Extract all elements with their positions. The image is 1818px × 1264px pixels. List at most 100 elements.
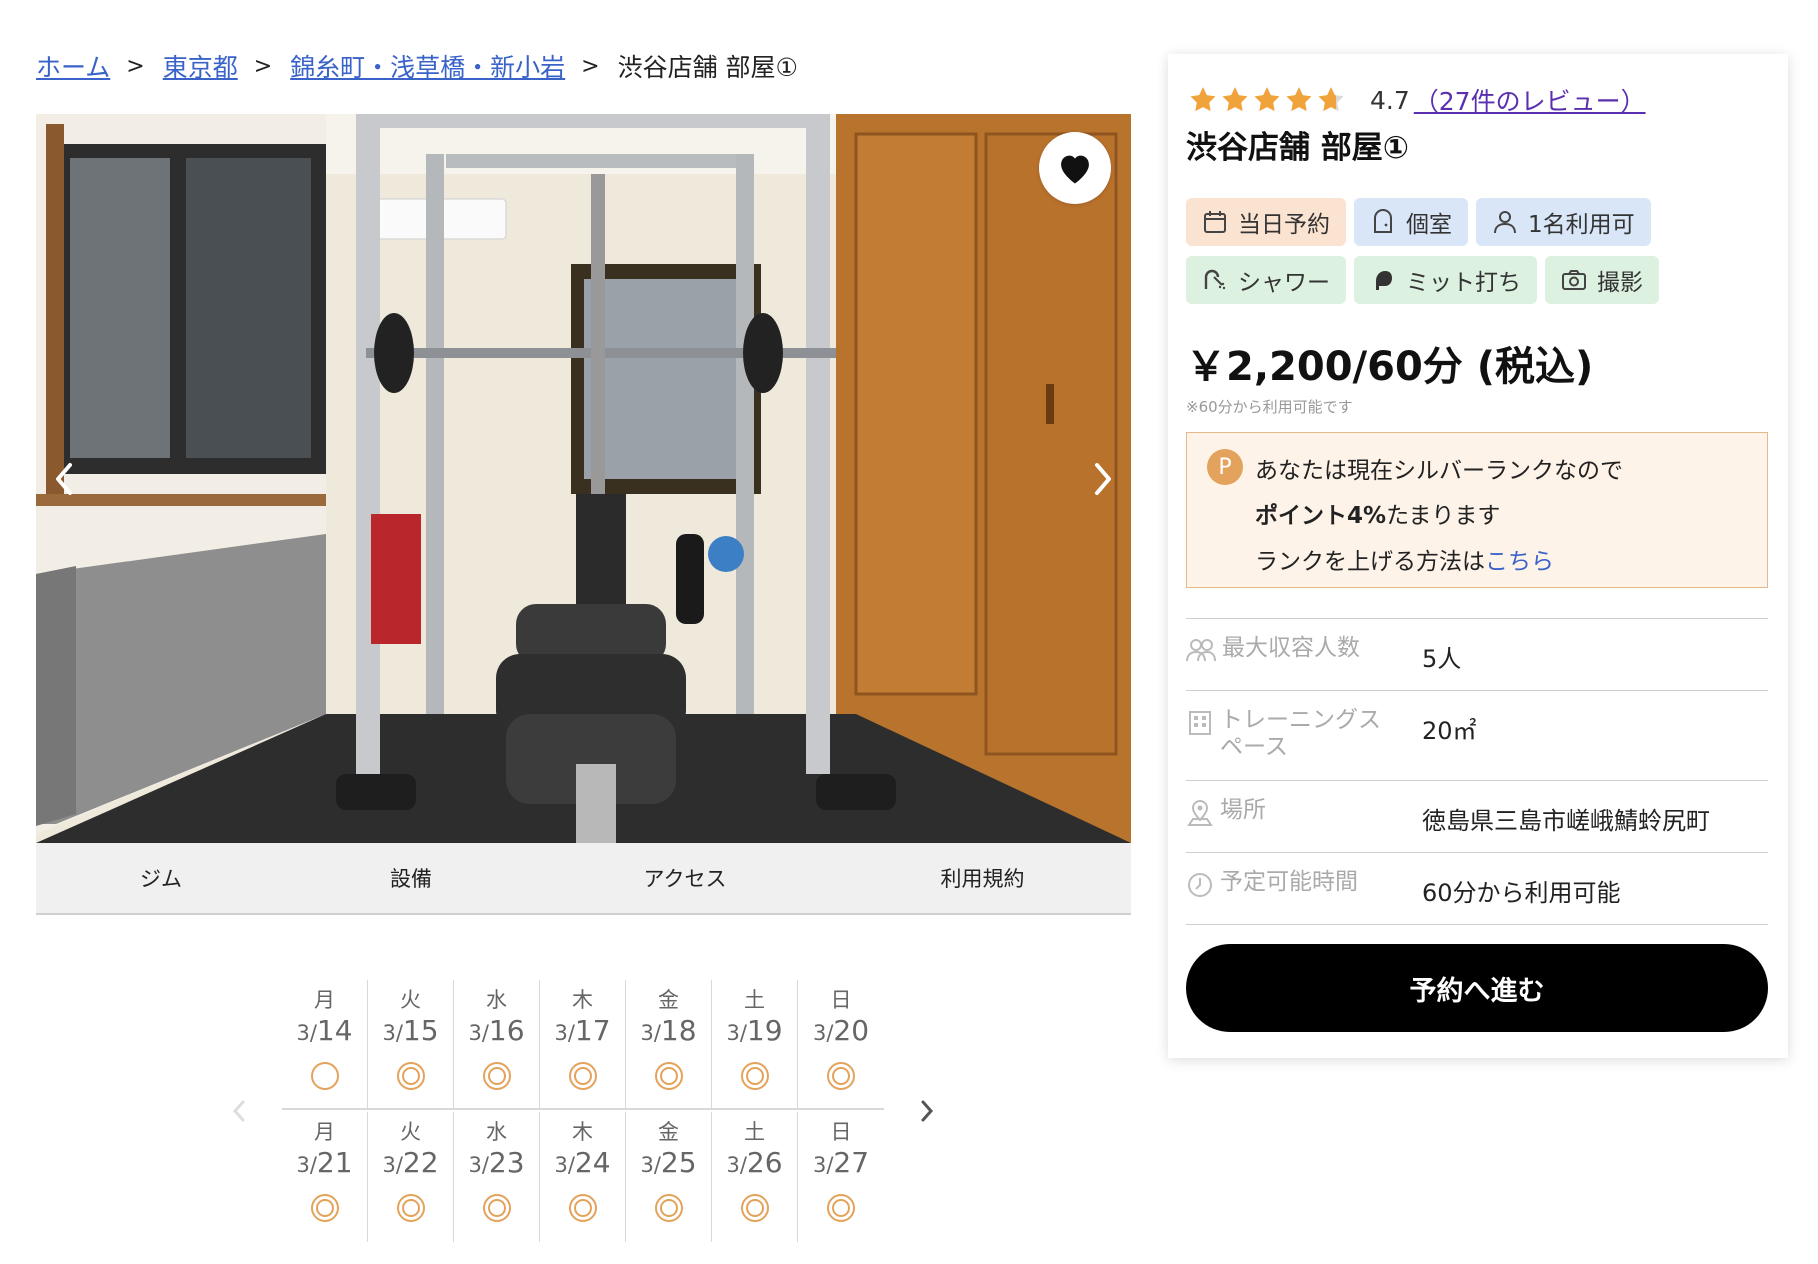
availability-double-circle-icon xyxy=(626,1060,711,1092)
calendar-month: 3/ xyxy=(640,1153,661,1177)
rank-up-link[interactable]: こちら xyxy=(1485,549,1554,575)
info-value-space: 20㎡ xyxy=(1422,717,1477,745)
calendar-day-of-week: 木 xyxy=(572,1120,593,1144)
review-count-link[interactable]: （27件のレビュー） xyxy=(1414,82,1646,118)
feature-tag-label: 撮影 xyxy=(1597,270,1643,296)
point-rate-rest: たまります xyxy=(1386,503,1501,529)
shower-icon xyxy=(1202,267,1238,293)
point-rate-text: ポイント4%たまります xyxy=(1255,496,1500,530)
calendar-day-number: 25 xyxy=(660,1146,697,1179)
availability-double-circle-icon xyxy=(798,1060,884,1092)
calendar-date: 3/26 xyxy=(712,1146,797,1186)
calendar-day-number: 23 xyxy=(488,1146,525,1179)
info-row-location: 場所 徳島県三島市嵯峨鯖蛉尻町 xyxy=(1186,781,1768,853)
calendar-day[interactable]: 土 3/26 xyxy=(712,1112,798,1242)
calendar-day-of-week: 日 xyxy=(830,1120,852,1144)
calendar-month: 3/ xyxy=(812,1021,834,1045)
availability-double-circle-icon xyxy=(540,1060,625,1092)
calendar-day-number: 20 xyxy=(833,1014,870,1047)
calendar-day-of-week: 金 xyxy=(658,1120,679,1144)
availability-double-circle-icon xyxy=(368,1060,453,1092)
rank-up-text: ランクを上げる方法はこちら xyxy=(1255,542,1554,576)
booking-panel: 4.7 （27件のレビュー） 渋谷店舗 部屋① 当日予約 個室 1名利用可 シャワー ミ… xyxy=(1168,54,1788,1058)
point-info-box: P あなたは現在シルバーランクなので ポイント4%たまります ランクを上げる方法… xyxy=(1186,432,1768,588)
calendar-date: 3/14 xyxy=(282,1014,367,1054)
info-label-time-text: 予定可能時間 xyxy=(1220,869,1358,895)
calendar-day[interactable]: 金 3/18 xyxy=(626,980,712,1108)
calendar-date: 3/17 xyxy=(540,1014,625,1054)
calendar-date: 3/24 xyxy=(540,1146,625,1186)
calendar-day[interactable]: 月 3/14 xyxy=(282,980,368,1108)
clock-icon xyxy=(1188,873,1212,897)
info-label-location-text: 場所 xyxy=(1220,797,1266,823)
breadcrumb-link-tokyo[interactable]: 東京都 xyxy=(163,48,238,84)
calendar-day-number: 26 xyxy=(746,1146,783,1179)
calendar-day[interactable]: 日 3/27 xyxy=(798,1112,884,1242)
star-rating xyxy=(1188,85,1348,115)
point-rank-text: あなたは現在シルバーランクなので xyxy=(1255,458,1623,484)
star-icon xyxy=(1222,87,1248,112)
chevron-left-icon xyxy=(56,463,72,495)
favorite-button[interactable] xyxy=(1039,132,1111,204)
info-row-capacity: 最大収容人数 5人 xyxy=(1186,619,1768,691)
feature-tag-label: ミット打ち xyxy=(1406,270,1521,296)
calendar-day[interactable]: 日 3/20 xyxy=(798,980,884,1108)
building-icon xyxy=(1189,711,1211,735)
info-label-time: 予定可能時間 xyxy=(1186,869,1402,899)
calendar-day-of-week: 土 xyxy=(744,1120,765,1144)
calendar-day-number: 24 xyxy=(574,1146,611,1179)
tab-equipment[interactable]: 設備 xyxy=(286,843,536,913)
people-icon xyxy=(1186,639,1216,662)
breadcrumb-link-area[interactable]: 錦糸町・浅草橋・新小岩 xyxy=(290,48,565,84)
tab-terms[interactable]: 利用規約 xyxy=(834,843,1131,913)
calendar-day[interactable]: 月 3/21 xyxy=(282,1112,368,1242)
calendar-day[interactable]: 金 3/25 xyxy=(626,1112,712,1242)
price: ￥2,200/60分 (税込) xyxy=(1186,344,1594,390)
calendar-next-button[interactable] xyxy=(914,1096,940,1126)
star-icon xyxy=(1254,87,1280,112)
calendar-day[interactable]: 水 3/23 xyxy=(454,1112,540,1242)
calendar-date: 3/23 xyxy=(454,1146,539,1186)
info-label-capacity-text: 最大収容人数 xyxy=(1222,635,1360,661)
info-row-space: トレーニングスペース 20㎡ xyxy=(1186,691,1768,781)
feature-tag: シャワー xyxy=(1186,256,1346,304)
availability-double-circle-icon xyxy=(454,1192,539,1224)
calendar-day-number: 17 xyxy=(574,1014,611,1047)
calendar-day[interactable]: 木 3/17 xyxy=(540,980,626,1108)
reserve-button[interactable]: 予約へ進む xyxy=(1186,944,1768,1032)
calendar-day-number: 18 xyxy=(660,1014,697,1047)
calendar-month: 3/ xyxy=(726,1021,747,1045)
calendar-month: 3/ xyxy=(640,1021,661,1045)
calendar-day[interactable]: 火 3/22 xyxy=(368,1112,454,1242)
calendar-day-number: 15 xyxy=(402,1014,439,1047)
info-label-location: 場所 xyxy=(1186,797,1402,827)
gallery-next-button[interactable] xyxy=(1083,454,1123,504)
calendar-month: 3/ xyxy=(726,1153,747,1177)
breadcrumb-separator: > xyxy=(253,53,273,79)
tab-gym[interactable]: ジム xyxy=(36,843,286,913)
calendar-day[interactable]: 火 3/15 xyxy=(368,980,454,1108)
gallery-prev-button[interactable] xyxy=(44,454,84,504)
calendar-prev-button[interactable] xyxy=(226,1096,252,1126)
info-label-space-text: トレーニングスペース xyxy=(1220,707,1381,760)
feature-tag-label: 当日予約 xyxy=(1238,212,1330,238)
availability-double-circle-icon xyxy=(626,1192,711,1224)
calendar-day-of-week: 木 xyxy=(572,988,593,1012)
calendar-day[interactable]: 水 3/16 xyxy=(454,980,540,1108)
heart-icon xyxy=(1061,155,1089,184)
rank-up-label: ランクを上げる方法は xyxy=(1255,549,1485,575)
availability-double-circle-icon xyxy=(368,1192,453,1224)
feature-tag: 1名利用可 xyxy=(1476,198,1651,246)
calendar-icon xyxy=(1202,209,1238,235)
calendar-day-number: 14 xyxy=(316,1014,353,1047)
calendar-month: 3/ xyxy=(296,1153,317,1177)
feature-tag: 撮影 xyxy=(1545,256,1659,304)
calendar-month: 3/ xyxy=(812,1153,834,1177)
calendar-day-number: 27 xyxy=(833,1146,870,1179)
tab-access[interactable]: アクセス xyxy=(536,843,834,913)
calendar-day[interactable]: 木 3/24 xyxy=(540,1112,626,1242)
breadcrumb-link-home[interactable]: ホーム xyxy=(36,48,110,84)
calendar-day[interactable]: 土 3/19 xyxy=(712,980,798,1108)
info-value-time: 60分から利用可能 xyxy=(1422,879,1621,907)
availability-double-circle-icon xyxy=(712,1192,797,1224)
